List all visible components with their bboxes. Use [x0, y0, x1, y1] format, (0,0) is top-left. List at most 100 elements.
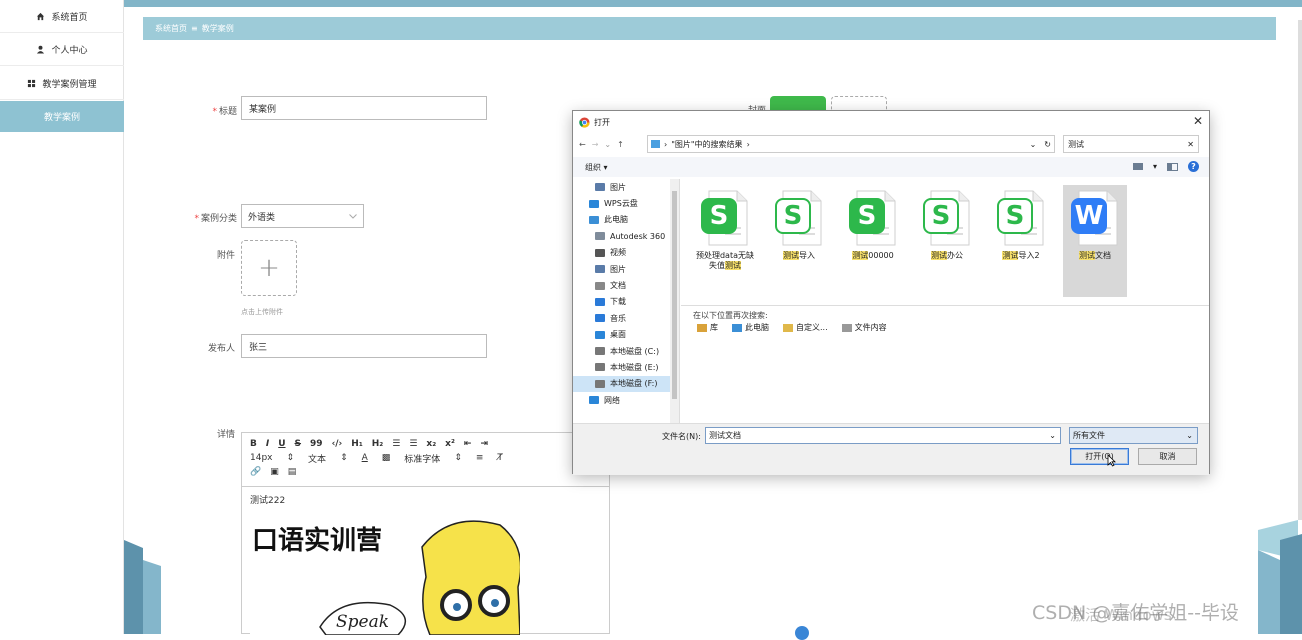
image-icon[interactable]: ▣ [270, 467, 279, 477]
strike-button[interactable]: S [295, 439, 301, 449]
bullet-list-button[interactable]: ☰ [409, 439, 417, 449]
clear-search-icon[interactable]: ✕ [1187, 140, 1194, 149]
nav-scrollbar-thumb[interactable] [672, 191, 677, 399]
title-input[interactable]: 某案例 [241, 96, 487, 120]
bold-button[interactable]: B [250, 439, 257, 449]
file-item[interactable]: S 预处理data无缺失值测试 [693, 185, 757, 297]
help-icon[interactable]: ? [1188, 161, 1199, 172]
font-size-select[interactable]: 14px [250, 453, 273, 463]
h2-button[interactable]: H₂ [372, 439, 383, 449]
subscript-button[interactable]: x₂ [426, 439, 436, 449]
search-location[interactable]: 文件内容 [841, 322, 887, 333]
ordered-list-button[interactable]: ☰ [392, 439, 400, 449]
filetype-select[interactable]: 所有文件 ⌄ [1069, 427, 1198, 444]
nav-item[interactable]: 本地磁盘 (C:) [573, 343, 679, 359]
file-name: 测试导入2 [1002, 251, 1040, 260]
outdent-button[interactable]: ⇤ [464, 439, 472, 449]
sidebar-item-home[interactable]: 系统首页 [0, 0, 124, 33]
address-dropdown-icon[interactable]: ⌄ [1030, 140, 1037, 149]
text-style-select[interactable]: 文本 [308, 452, 326, 465]
h1-button[interactable]: H₁ [351, 439, 362, 449]
font-family-select[interactable]: 标准字体 [404, 452, 440, 465]
code-button[interactable]: ‹/› [332, 439, 343, 449]
dialog-titlebar: 打开 [573, 111, 1209, 133]
file-item[interactable]: S 测试办公 [915, 185, 979, 297]
cloud-icon [589, 199, 599, 208]
nav-item-label: 图片 [610, 182, 626, 192]
pictures-icon [595, 183, 605, 192]
align-icon[interactable]: ≡ [476, 453, 484, 463]
wps-sheet-file-icon: S [849, 190, 896, 246]
file-item[interactable]: S 测试导入2 [989, 185, 1053, 297]
nav-item[interactable]: 文档 [573, 277, 679, 293]
italic-button[interactable]: I [266, 439, 269, 449]
nav-item[interactable]: 此电脑 [573, 212, 679, 228]
quote-button[interactable]: 99 [310, 439, 323, 449]
filename-input[interactable]: 测试文档 ⌄ [705, 427, 1061, 444]
search-location[interactable]: 自定义... [783, 322, 828, 333]
nav-item[interactable]: 图片 [573, 179, 679, 195]
sidebar-item-profile[interactable]: 个人中心 [0, 33, 124, 66]
stepper-icon: ⇕ [340, 453, 348, 463]
superscript-button[interactable]: x² [445, 439, 455, 449]
nav-item[interactable]: WPS云盘 [573, 195, 679, 211]
nav-item[interactable]: 视频 [573, 245, 679, 261]
nav-item[interactable]: Autodesk 360 [573, 228, 679, 244]
close-icon[interactable]: ✕ [1193, 114, 1203, 128]
nav-item-label: WPS云盘 [604, 199, 638, 209]
page-scrollbar[interactable] [1298, 20, 1302, 520]
editor-text: 测试222 [250, 496, 286, 506]
organize-button[interactable]: 组织 ▾ [585, 162, 608, 173]
svg-text:W: W [1075, 201, 1104, 231]
clear-format-icon[interactable]: T̸ [497, 453, 503, 463]
background-color-icon[interactable]: ▩ [382, 453, 391, 463]
nav-item[interactable]: 桌面 [573, 327, 679, 343]
view-mode-icon[interactable] [1132, 163, 1143, 170]
preview-pane-icon[interactable] [1167, 162, 1178, 171]
open-button[interactable]: 打开(O) [1070, 448, 1129, 465]
underline-button[interactable]: U [278, 439, 285, 449]
wps-sheet-file-icon: S [923, 190, 970, 246]
filename-value: 测试文档 [709, 431, 741, 440]
publisher-input[interactable]: 张三 [241, 334, 487, 358]
sidebar-item-cases[interactable]: 教学案例 [0, 101, 124, 132]
search-location[interactable]: 此电脑 [732, 322, 769, 333]
cancel-button[interactable]: 取消 [1138, 448, 1197, 465]
nav-item[interactable]: 图片 [573, 261, 679, 277]
cover-upload-box[interactable] [831, 96, 887, 110]
navigation-pane: 图片 WPS云盘 此电脑 Autodesk 360 视频 图片 文档 下载 音乐 桌面 本地磁盘 (… [573, 179, 680, 423]
link-icon[interactable]: 🔗 [250, 467, 261, 477]
image-title: 口语实训营 [252, 525, 382, 556]
nav-item[interactable]: 本地磁盘 (E:) [573, 359, 679, 375]
video-icon[interactable]: ▤ [288, 467, 297, 477]
nav-item[interactable]: 本地磁盘 (F:) [573, 375, 679, 393]
search-input[interactable]: 测试 ✕ [1063, 135, 1199, 153]
forward-icon[interactable]: → [592, 140, 599, 149]
indent-button[interactable]: ⇥ [480, 439, 488, 449]
editor-content[interactable]: 测试222 [242, 487, 609, 512]
file-item[interactable]: S 测试导入 [767, 185, 831, 297]
font-color-icon[interactable]: A [362, 453, 368, 463]
file-item[interactable]: W 测试文档 [1063, 185, 1127, 297]
search-location[interactable]: 库 [697, 322, 718, 333]
sidebar-item-case-management[interactable]: 教学案例管理 [0, 67, 124, 100]
nav-item[interactable]: 网络 [573, 392, 679, 408]
svg-text:S: S [784, 201, 803, 231]
chevron-down-icon[interactable]: ⌄ [1049, 431, 1056, 440]
back-icon[interactable]: ← [579, 140, 586, 149]
chevron-down-icon[interactable]: ▾ [1153, 162, 1157, 171]
up-icon[interactable]: ↑ [617, 140, 624, 149]
rich-text-editor: B I U S 99 ‹/› H₁ H₂ ☰ ☰ x₂ x² ⇤ ⇥ 14px … [241, 432, 610, 635]
nav-item[interactable]: 音乐 [573, 310, 679, 326]
recent-dropdown-icon[interactable]: ⌄ [604, 140, 611, 149]
category-select[interactable]: 外语类 [241, 204, 364, 228]
file-item[interactable]: S 测试00000 [841, 185, 905, 297]
music-icon [595, 314, 605, 323]
attachment-upload[interactable]: + [241, 240, 297, 296]
nav-item[interactable]: 下载 [573, 294, 679, 310]
toolbar-row: 组织 ▾ [573, 157, 1209, 177]
address-bar[interactable]: › "图片"中的搜索结果 › ⌄ ↻ [647, 135, 1055, 153]
refresh-icon[interactable]: ↻ [1044, 140, 1051, 149]
breadcrumb-home[interactable]: 系统首页 [155, 23, 187, 34]
open-file-dialog: 打开 ✕ ← → ⌄ ↑ › "图片"中的搜索结果 › ⌄ ↻ 测试 ✕ 组织 … [572, 110, 1210, 475]
